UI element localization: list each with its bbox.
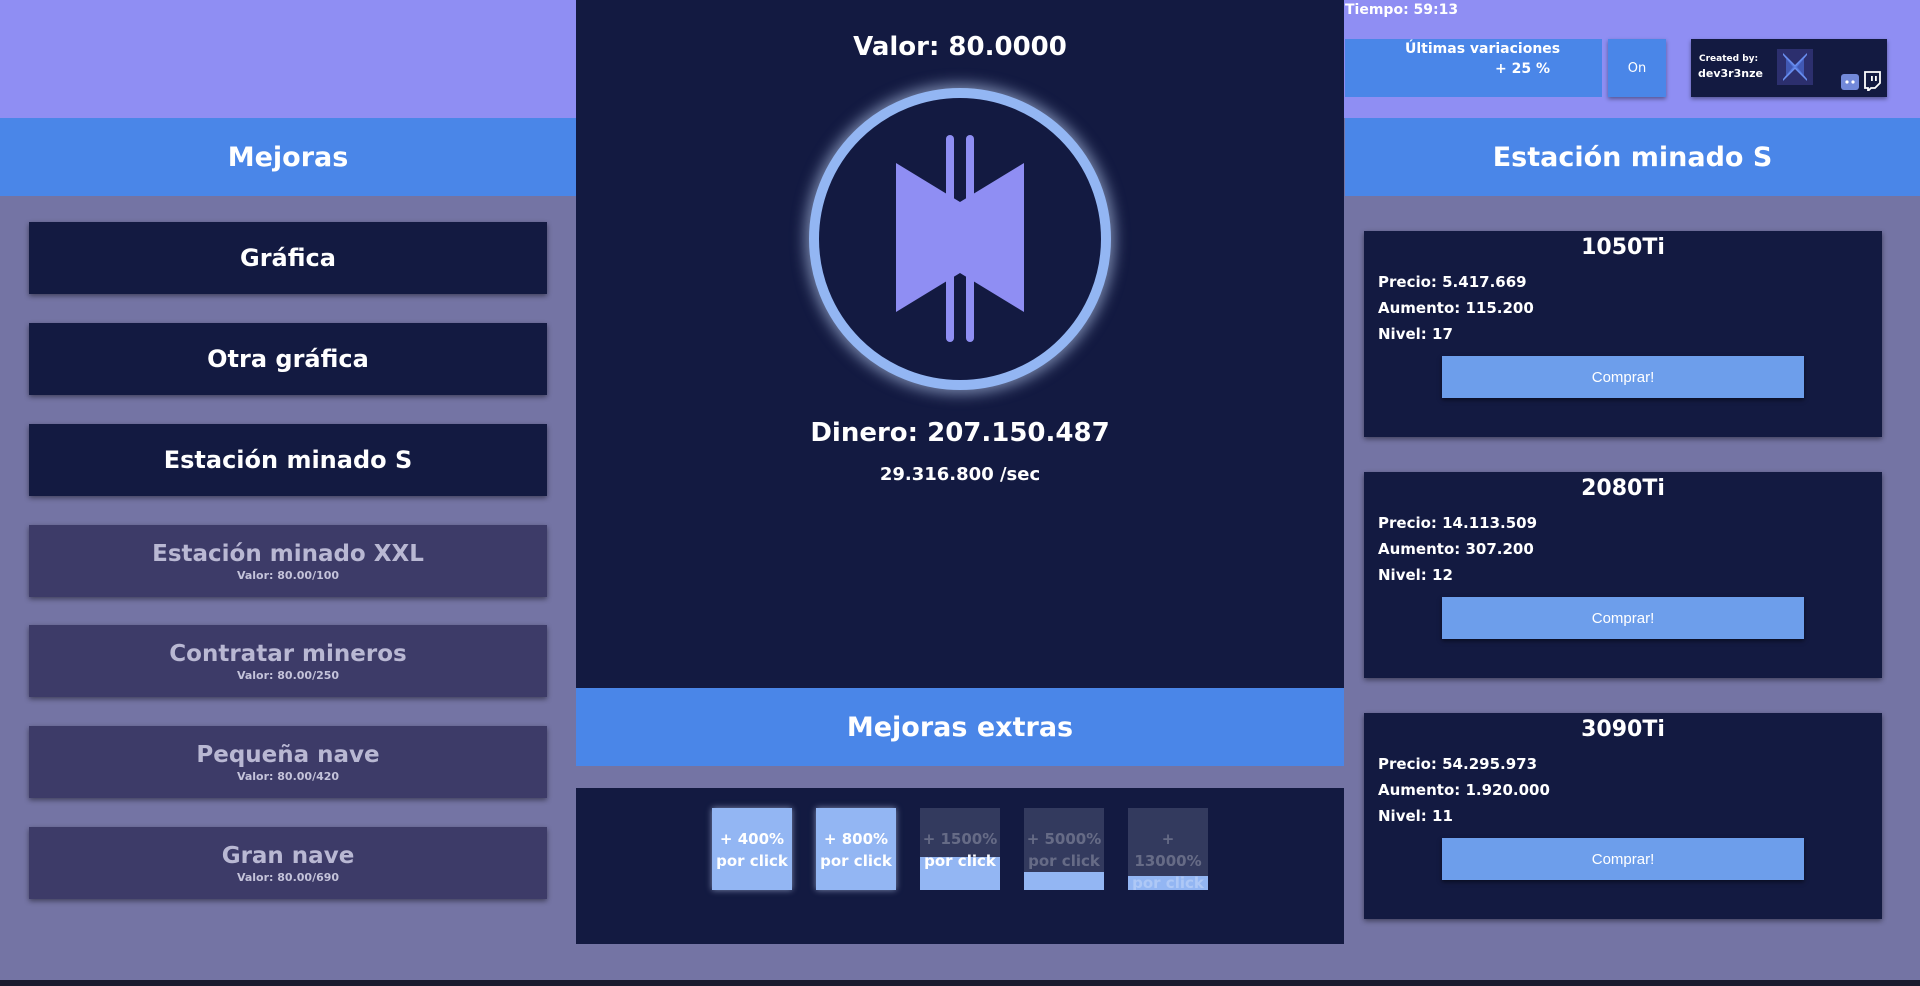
coin-button[interactable] [809, 88, 1111, 390]
upgrade-grafica[interactable]: Gráfica [29, 222, 547, 294]
gpu-name: 2080Ti [1581, 476, 1665, 501]
buy-button[interactable]: Comprar! [1442, 356, 1804, 398]
upgrade-label: Gran nave [221, 842, 355, 869]
variations-box: Últimas variaciones + 25 % [1345, 39, 1602, 97]
upgrade-label: Estación minado XXL [152, 540, 424, 567]
rate-display: 29.316.800 /sec [879, 464, 1041, 485]
gpu-level: Nivel: 11 [1378, 807, 1453, 825]
upgrade-label: Estación minado S [163, 446, 413, 474]
gpu-increase: Aumento: 1.920.000 [1378, 781, 1550, 799]
credits-author: dev3r3nze [1698, 67, 1763, 80]
upgrade-label: Gráfica [240, 244, 336, 272]
gpu-name: 3090Ti [1581, 717, 1665, 742]
gpu-card-3090ti: 3090Ti Precio: 54.295.973 Aumento: 1.920… [1364, 713, 1882, 919]
upgrade-label: Contratar mineros [169, 640, 407, 667]
variations-label: Últimas variaciones [1405, 41, 1561, 57]
gpu-increase: Aumento: 307.200 [1378, 540, 1534, 558]
buy-button[interactable]: Comprar! [1442, 838, 1804, 880]
logo-icon [1777, 49, 1813, 85]
upgrade-label: Otra gráfica [207, 345, 369, 373]
timer: Tiempo: 59:13 [1345, 2, 1459, 18]
upgrade-contratar-mineros[interactable]: Contratar mineros Valor: 80.00/250 [29, 625, 547, 697]
buy-button[interactable]: Comprar! [1442, 597, 1804, 639]
gpu-price: Precio: 5.417.669 [1378, 273, 1527, 291]
upgrades-header: Mejoras [0, 118, 576, 196]
discord-icon[interactable] [1841, 74, 1859, 90]
boost-400[interactable]: + 400% por click [712, 808, 792, 890]
gpu-increase: Aumento: 115.200 [1378, 299, 1534, 317]
boost-amount: + 800% [823, 830, 889, 848]
boost-unit: por click [1132, 874, 1204, 890]
main-panel: Valor: 80.0000 Dinero: 207.150.487 29.31… [576, 0, 1344, 688]
upgrade-otra-grafica[interactable]: Otra gráfica [29, 323, 547, 395]
upgrade-estacion-minado-s[interactable]: Estación minado S [29, 424, 547, 496]
station-title: Estación minado S [1492, 141, 1773, 173]
upgrade-estacion-minado-xxl[interactable]: Estación minado XXL Valor: 80.00/100 [29, 525, 547, 597]
boost-5000[interactable]: + 5000% por click [1024, 808, 1104, 890]
gpu-price: Precio: 54.295.973 [1378, 755, 1538, 773]
boost-progress [1024, 871, 1104, 890]
extras-title: Mejoras extras [846, 711, 1074, 743]
upgrade-label: Pequeña nave [196, 741, 380, 768]
gpu-card-1050ti: 1050Ti Precio: 5.417.669 Aumento: 115.20… [1364, 231, 1882, 437]
extras-header: Mejoras extras [576, 688, 1344, 766]
boost-unit: por click [716, 852, 788, 870]
gpu-name: 1050Ti [1581, 235, 1665, 260]
gpu-level: Nivel: 17 [1378, 325, 1453, 343]
boost-amount: + 5000% [1026, 830, 1102, 848]
upgrade-requirement: Valor: 80.00/690 [236, 870, 340, 884]
valor-display: Valor: 80.0000 [853, 32, 1067, 62]
dinero-display: Dinero: 207.150.487 [810, 418, 1110, 448]
boost-amount: + 13000% [1134, 830, 1202, 870]
upgrade-requirement: Valor: 80.00/420 [236, 769, 340, 783]
upgrade-pequena-nave[interactable]: Pequeña nave Valor: 80.00/420 [29, 726, 547, 798]
upgrade-requirement: Valor: 80.00/250 [236, 668, 340, 682]
variations-value: + 25 % [1495, 61, 1550, 77]
coin-logo-icon [896, 135, 1024, 342]
boost-amount: + 1500% [922, 830, 998, 848]
extras-box: + 400% por click + 800% por click + 1500% p… [576, 788, 1344, 944]
boost-unit: por click [1028, 852, 1100, 870]
station-header: Estación minado S [1345, 118, 1920, 196]
credits-label: Created by: [1699, 54, 1759, 64]
boost-800[interactable]: + 800% por click [816, 808, 896, 890]
credits-box: Created by: dev3r3nze [1691, 39, 1887, 97]
boost-13000[interactable]: + 13000% por click [1128, 808, 1208, 890]
boost-amount: + 400% [719, 830, 785, 848]
toggle-label: On [1627, 60, 1647, 76]
boost-unit: por click [820, 852, 892, 870]
gpu-level: Nivel: 12 [1378, 566, 1453, 584]
gpu-card-2080ti: 2080Ti Precio: 14.113.509 Aumento: 307.2… [1364, 472, 1882, 678]
boost-1500[interactable]: + 1500% por click [920, 808, 1000, 890]
gpu-price: Precio: 14.113.509 [1378, 514, 1538, 532]
toggle-button[interactable]: On [1608, 39, 1666, 97]
upgrades-title: Mejoras [227, 141, 349, 173]
twitch-icon[interactable] [1863, 71, 1881, 94]
bottom-strip [0, 980, 1920, 986]
upgrade-requirement: Valor: 80.00/100 [236, 568, 340, 582]
boost-unit: por click [924, 852, 996, 870]
upgrade-gran-nave[interactable]: Gran nave Valor: 80.00/690 [29, 827, 547, 899]
